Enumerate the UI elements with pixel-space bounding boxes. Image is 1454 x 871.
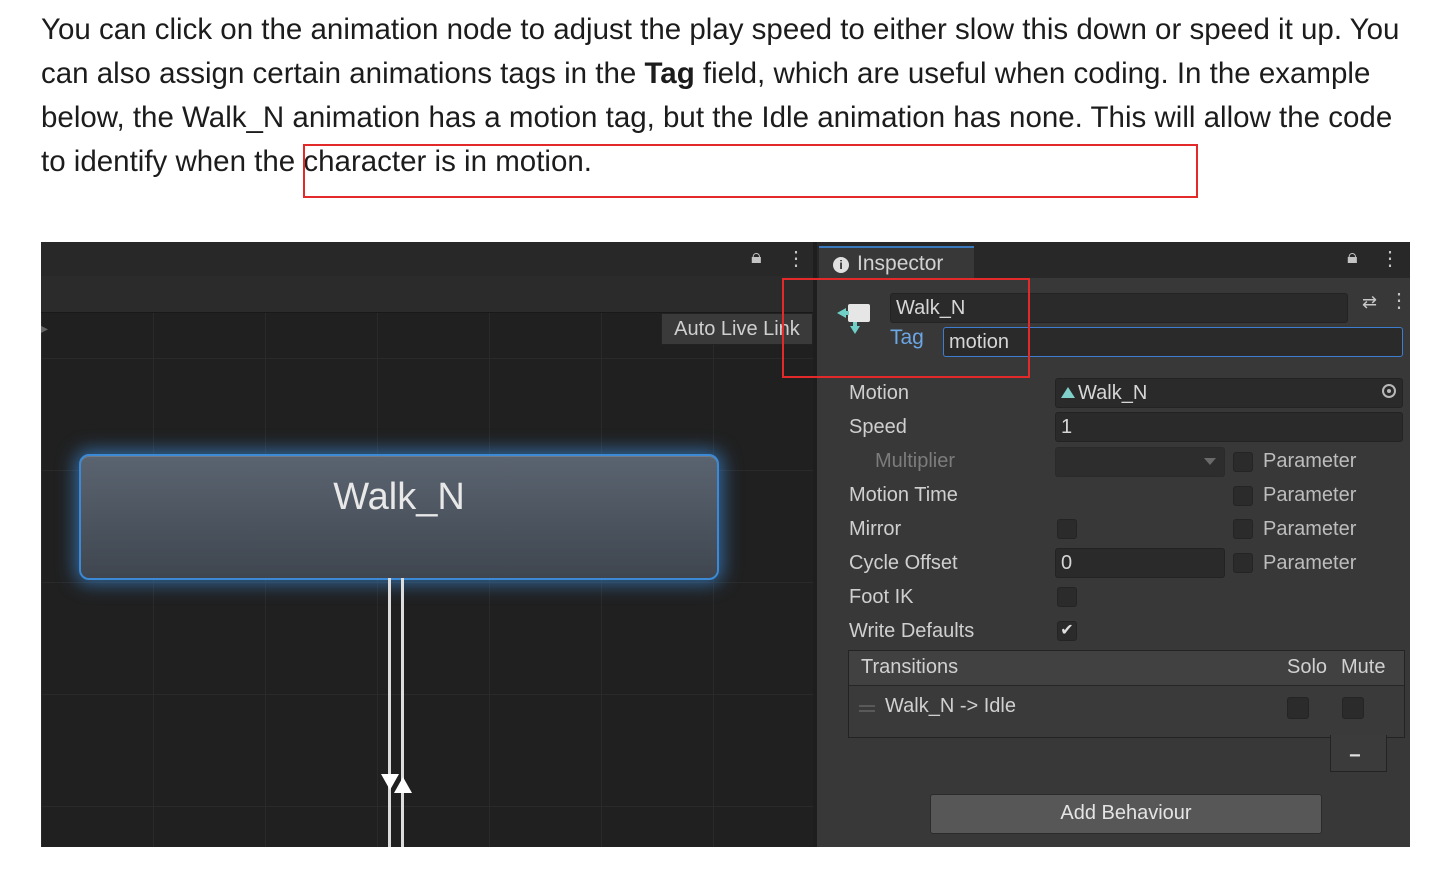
multiplier-label: Multiplier (875, 450, 956, 472)
motion-time-parameter-checkbox[interactable] (1233, 486, 1253, 506)
transition-line-left[interactable] (388, 578, 391, 847)
cycle-offset-label: Cycle Offset (849, 552, 958, 574)
inspector-title: Inspector (857, 252, 944, 275)
transitions-title: Transitions (861, 656, 959, 678)
transition-arrow-up-icon (394, 777, 412, 793)
remove-transition-button[interactable]: − (1349, 745, 1361, 768)
transitions-list: Transitions Solo Mute Walk_N -> Idle (848, 650, 1405, 738)
add-behaviour-button[interactable]: Add Behaviour (930, 794, 1322, 834)
preset-icon[interactable]: ⇄ (1362, 292, 1377, 313)
transition-item-label: Walk_N -> Idle (885, 695, 1016, 717)
inspector-header: i Inspector 🔒︎ ⋮ (817, 242, 1410, 278)
graph-toolbar: ▸ Auto Live Link (41, 276, 813, 345)
cycle-offset-parameter-checkbox[interactable] (1233, 553, 1253, 573)
motion-value: Walk_N (1078, 382, 1148, 404)
highlight-box (303, 144, 1198, 198)
remove-transition-container: − (1330, 735, 1387, 772)
check-icon: ✔ (1060, 622, 1074, 639)
multiplier-parameter-label: Parameter (1263, 450, 1357, 472)
animation-clip-icon (1061, 387, 1075, 398)
solo-checkbox[interactable] (1287, 697, 1309, 719)
motion-time-label: Motion Time (849, 484, 958, 506)
tag-highlight-box (782, 278, 1030, 378)
mirror-label: Mirror (849, 518, 902, 540)
unity-screenshot: 🔒︎ ⋮ ▸ Auto Live Link Walk_N i Inspector… (41, 242, 1410, 847)
multiplier-dropdown[interactable] (1055, 447, 1225, 477)
cycle-offset-parameter-label: Parameter (1263, 552, 1357, 574)
transition-line-right[interactable] (401, 578, 404, 847)
drag-handle-icon[interactable] (859, 705, 875, 707)
kebab-menu-icon[interactable]: ⋮ (786, 246, 806, 271)
motion-field[interactable]: Walk_N (1055, 378, 1403, 408)
state-node-label: Walk_N (333, 476, 465, 518)
write-defaults-checkbox[interactable]: ✔ (1057, 621, 1077, 641)
tab-inspector[interactable]: i Inspector (819, 246, 974, 278)
speed-label: Speed (849, 416, 907, 438)
cycle-offset-field[interactable]: 0 (1055, 548, 1225, 578)
info-icon: i (833, 257, 849, 273)
state-kebab-icon[interactable]: ⋮ (1389, 288, 1409, 313)
foot-ik-label: Foot IK (849, 586, 914, 608)
mirror-parameter-label: Parameter (1263, 518, 1357, 540)
write-defaults-label: Write Defaults (849, 620, 975, 642)
mute-checkbox[interactable] (1342, 697, 1364, 719)
mute-header: Mute (1341, 656, 1386, 678)
mirror-checkbox[interactable] (1057, 519, 1077, 539)
object-picker-icon[interactable] (1382, 384, 1396, 398)
foot-ik-checkbox[interactable] (1057, 587, 1077, 607)
motion-time-parameter-label: Parameter (1263, 484, 1357, 506)
multiplier-parameter-checkbox[interactable] (1233, 452, 1253, 472)
animator-graph[interactable]: 🔒︎ ⋮ ▸ Auto Live Link Walk_N (41, 242, 813, 847)
lock-icon[interactable]: 🔒︎ (751, 246, 762, 269)
inspector-kebab-icon[interactable]: ⋮ (1380, 246, 1400, 271)
breadcrumb-arrow-icon[interactable]: ▸ (41, 320, 48, 337)
state-node-walk-n[interactable]: Walk_N (79, 454, 719, 580)
speed-field[interactable]: 1 (1055, 412, 1403, 442)
mirror-parameter-checkbox[interactable] (1233, 519, 1253, 539)
motion-label: Motion (849, 382, 910, 404)
chevron-down-icon (1204, 458, 1216, 465)
graph-title-bar: 🔒︎ ⋮ (41, 242, 813, 277)
transitions-header: Transitions Solo Mute (849, 651, 1404, 686)
article-bold-tag: Tag (644, 57, 695, 90)
inspector-lock-icon[interactable]: 🔒︎ (1347, 246, 1358, 269)
solo-header: Solo (1287, 656, 1328, 678)
